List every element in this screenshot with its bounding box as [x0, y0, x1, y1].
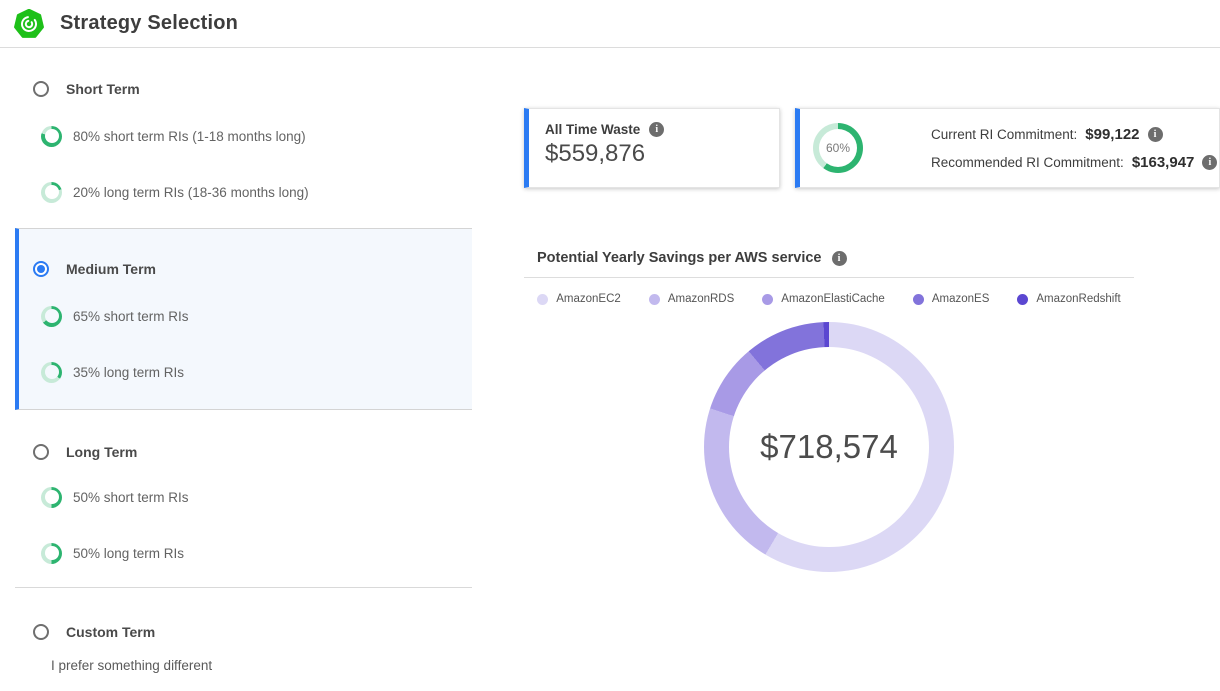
allocation-label: 20% long term RIs (18-36 months long)	[73, 185, 309, 200]
recommended-ri-value: $163,947	[1132, 154, 1195, 171]
strategy-label: Short Term	[66, 81, 140, 97]
allocation-label: 35% long term RIs	[73, 365, 184, 380]
legend-item-AmazonES[interactable]: AmazonES	[913, 293, 990, 305]
allocation-row: 50% short term RIs	[41, 486, 472, 508]
header: Strategy Selection	[0, 0, 1220, 48]
donut-chart: $718,574	[704, 322, 954, 572]
allocation-ring-icon	[41, 362, 62, 383]
total-savings-value: $718,574	[760, 428, 898, 466]
current-ri-row: Current RI Commitment: $99,122 i	[931, 126, 1217, 143]
legend-item-AmazonRedshift[interactable]: AmazonRedshift	[1017, 293, 1120, 305]
legend-label: AmazonES	[932, 293, 990, 305]
allocation-row: 65% short term RIs	[41, 305, 472, 327]
strategy-option-short-term[interactable]: Short Term 80% short term RIs (1-18 mont…	[0, 48, 472, 203]
page-title: Strategy Selection	[60, 12, 238, 35]
donut-hole: $718,574	[729, 347, 929, 547]
commitment-percent-ring: 60%	[813, 123, 863, 173]
strategy-option-custom-term[interactable]: Custom Term I prefer something different	[0, 588, 472, 673]
allocation-label: 50% short term RIs	[73, 490, 189, 505]
strategy-panel: Short Term 80% short term RIs (1-18 mont…	[0, 48, 472, 673]
legend-item-AmazonRDS[interactable]: AmazonRDS	[649, 293, 734, 305]
legend-swatch-icon	[649, 294, 660, 305]
allocation-ring-icon	[41, 182, 62, 203]
waste-card-title: All Time Waste	[545, 122, 640, 137]
ri-commitment-card: 60% Current RI Commitment: $99,122 i Rec…	[795, 108, 1220, 188]
info-icon[interactable]: i	[1148, 127, 1163, 142]
legend-swatch-icon	[762, 294, 773, 305]
info-icon[interactable]: i	[649, 122, 664, 137]
legend-label: AmazonElastiCache	[781, 293, 885, 305]
allocation-ring-icon	[41, 487, 62, 508]
radio-medium-term[interactable]	[33, 261, 49, 277]
recommended-ri-label: Recommended RI Commitment:	[931, 155, 1124, 170]
chart-legend: AmazonEC2 AmazonRDS AmazonElastiCache Amazo…	[524, 293, 1134, 305]
legend-swatch-icon	[913, 294, 924, 305]
current-ri-value: $99,122	[1085, 126, 1139, 143]
strategy-option-long-term[interactable]: Long Term 50% short term RIs 50% long te…	[0, 410, 472, 564]
legend-label: AmazonEC2	[556, 293, 621, 305]
legend-label: AmazonRedshift	[1036, 293, 1120, 305]
legend-item-AmazonElastiCache[interactable]: AmazonElastiCache	[762, 293, 885, 305]
chart-divider	[524, 277, 1134, 278]
allocation-label: 65% short term RIs	[73, 309, 189, 324]
allocation-row: 20% long term RIs (18-36 months long)	[41, 181, 472, 203]
waste-amount: $559,876	[545, 140, 763, 168]
radio-short-term[interactable]	[33, 81, 49, 97]
info-icon[interactable]: i	[832, 251, 847, 266]
allocation-row: 50% long term RIs	[41, 542, 472, 564]
allocation-row: 80% short term RIs (1-18 months long)	[41, 125, 472, 147]
info-icon[interactable]: i	[1202, 155, 1217, 170]
radio-custom-term[interactable]	[33, 624, 49, 640]
cloudability-logo-icon	[14, 9, 44, 39]
strategy-label: Custom Term	[66, 624, 155, 640]
allocation-label: 50% long term RIs	[73, 546, 184, 561]
recommended-ri-row: Recommended RI Commitment: $163,947 i	[931, 154, 1217, 171]
all-time-waste-card: All Time Waste i $559,876	[524, 108, 780, 188]
strategy-label: Long Term	[66, 444, 137, 460]
strategy-option-medium-term[interactable]: Medium Term 65% short term RIs 35% long …	[15, 228, 472, 410]
custom-term-subtext: I prefer something different	[51, 658, 472, 673]
legend-swatch-icon	[537, 294, 548, 305]
commitment-percent-label: 60%	[819, 129, 857, 167]
allocation-row: 35% long term RIs	[41, 361, 472, 383]
radio-long-term[interactable]	[33, 444, 49, 460]
legend-label: AmazonRDS	[668, 293, 734, 305]
current-ri-label: Current RI Commitment:	[931, 127, 1077, 142]
allocation-ring-icon	[41, 306, 62, 327]
allocation-label: 80% short term RIs (1-18 months long)	[73, 129, 306, 144]
allocation-ring-icon	[41, 543, 62, 564]
chart-title: Potential Yearly Savings per AWS service	[537, 250, 822, 266]
strategy-label: Medium Term	[66, 261, 156, 277]
savings-chart-panel: Potential Yearly Savings per AWS service…	[524, 250, 1134, 572]
allocation-ring-icon	[41, 126, 62, 147]
legend-item-AmazonEC2[interactable]: AmazonEC2	[537, 293, 621, 305]
legend-swatch-icon	[1017, 294, 1028, 305]
